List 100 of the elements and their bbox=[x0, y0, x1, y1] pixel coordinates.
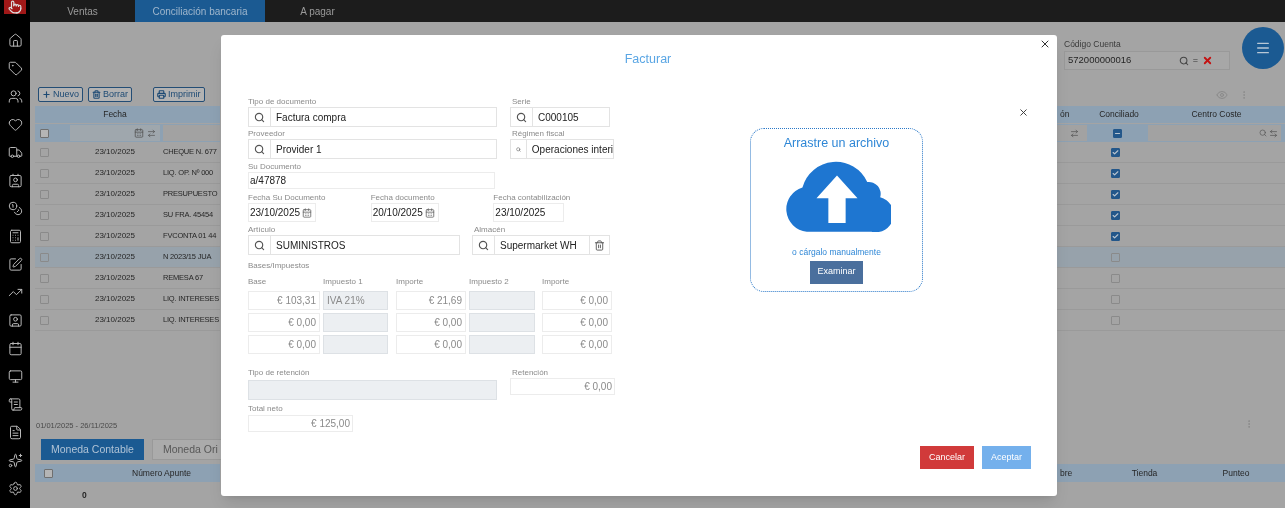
home-icon[interactable] bbox=[7, 33, 23, 48]
column-header: bre bbox=[1059, 466, 1074, 480]
checkbox[interactable] bbox=[1111, 168, 1120, 178]
amount-field[interactable]: € 0,00 bbox=[542, 335, 612, 354]
search-icon[interactable] bbox=[254, 239, 265, 251]
calendar-icon[interactable] bbox=[7, 341, 23, 356]
close-icon[interactable] bbox=[1018, 107, 1029, 118]
series-field[interactable]: C000105 bbox=[510, 107, 610, 127]
checkbox[interactable] bbox=[1111, 210, 1120, 220]
tab[interactable]: A pagar bbox=[265, 0, 370, 22]
net-total-field[interactable]: € 125,00 bbox=[248, 415, 353, 432]
menu-button[interactable] bbox=[1242, 27, 1284, 69]
amount-field[interactable]: € 0,00 bbox=[396, 335, 466, 354]
supplier-field[interactable]: Provider 1 bbox=[248, 139, 497, 159]
cancel-button[interactable]: Cancelar bbox=[919, 446, 974, 469]
tab[interactable]: Ventas bbox=[30, 0, 135, 22]
checkbox[interactable] bbox=[40, 210, 49, 220]
sort-icon[interactable] bbox=[1070, 128, 1079, 138]
currency-tab[interactable]: Moneda Contable bbox=[41, 439, 144, 460]
browse-button[interactable]: Examinar bbox=[810, 260, 863, 284]
eye-icon[interactable] bbox=[1216, 88, 1228, 101]
item-field[interactable]: SUMINISTROS bbox=[248, 235, 460, 255]
users-icon[interactable] bbox=[7, 89, 23, 104]
checkbox[interactable] bbox=[1111, 189, 1120, 199]
amount-field[interactable]: € 0,00 bbox=[248, 313, 320, 332]
table-cell-text: 23/10/2025 bbox=[93, 167, 136, 179]
checkbox[interactable] bbox=[1111, 273, 1120, 283]
checkbox[interactable] bbox=[44, 468, 53, 478]
checkbox[interactable] bbox=[40, 315, 49, 325]
checkbox[interactable] bbox=[1111, 294, 1120, 304]
tab[interactable]: Conciliación bancaria bbox=[135, 0, 265, 22]
field-label: Artículo bbox=[248, 225, 277, 235]
resize-icon[interactable] bbox=[1269, 128, 1278, 138]
search-icon[interactable] bbox=[254, 111, 265, 123]
checkbox[interactable] bbox=[40, 128, 49, 138]
filter-field[interactable] bbox=[163, 125, 220, 141]
filter-field[interactable] bbox=[70, 125, 160, 141]
amount-field[interactable]: € 103,31 bbox=[248, 291, 320, 310]
search-icon[interactable] bbox=[254, 143, 265, 155]
monitor-icon[interactable] bbox=[7, 369, 23, 384]
search-icon[interactable] bbox=[516, 111, 527, 123]
truck-icon[interactable] bbox=[7, 145, 23, 160]
settings-icon[interactable] bbox=[7, 481, 23, 496]
file-icon[interactable] bbox=[7, 425, 23, 440]
id-card-icon[interactable] bbox=[7, 313, 23, 328]
field-label: Impuesto 1 bbox=[323, 277, 363, 286]
amount-field[interactable]: € 0,00 bbox=[396, 313, 466, 332]
close-icon[interactable] bbox=[1039, 38, 1051, 50]
heart-icon[interactable] bbox=[7, 117, 23, 132]
document-type-field[interactable]: Factura compra bbox=[248, 107, 497, 127]
trash-icon[interactable] bbox=[594, 239, 605, 251]
field-label: Tipo de retención bbox=[248, 368, 311, 378]
section-label: Bases/Impuestos bbox=[248, 260, 311, 272]
list-icon[interactable] bbox=[7, 397, 23, 412]
date-field[interactable]: 23/10/2025 bbox=[493, 203, 565, 222]
document-field[interactable]: a/47878 bbox=[248, 172, 495, 189]
clear-icon[interactable] bbox=[1202, 55, 1213, 66]
checkbox[interactable] bbox=[1113, 128, 1122, 138]
checkbox[interactable] bbox=[40, 189, 49, 199]
withholding-field[interactable]: € 0,00 bbox=[510, 378, 615, 395]
date-field[interactable]: 23/10/2025 bbox=[248, 203, 316, 222]
search-icon[interactable] bbox=[1178, 55, 1189, 66]
amount-field[interactable]: € 21,69 bbox=[396, 291, 466, 310]
filter-field[interactable] bbox=[1148, 125, 1281, 141]
amount-field[interactable]: € 0,00 bbox=[542, 291, 612, 310]
search-icon[interactable] bbox=[478, 239, 489, 251]
amount-field[interactable]: € 0,00 bbox=[248, 335, 320, 354]
field-label: Retención bbox=[511, 368, 550, 378]
checkbox[interactable] bbox=[40, 231, 49, 241]
filter-field[interactable] bbox=[1057, 125, 1087, 141]
checkbox[interactable] bbox=[40, 273, 49, 283]
tax-regime-field[interactable]: Operaciones interi bbox=[510, 139, 614, 159]
checkbox[interactable] bbox=[1111, 252, 1120, 262]
checkbox[interactable] bbox=[1111, 231, 1120, 241]
toolbar-button[interactable]: Borrar bbox=[88, 87, 133, 102]
checkbox[interactable] bbox=[40, 252, 49, 262]
checkbox[interactable] bbox=[1111, 315, 1120, 325]
checkbox[interactable] bbox=[40, 294, 49, 304]
checkbox[interactable] bbox=[40, 168, 49, 178]
coins-icon[interactable] bbox=[7, 201, 23, 216]
checkbox[interactable] bbox=[40, 147, 49, 157]
edit-icon[interactable] bbox=[7, 257, 23, 272]
tag-icon[interactable] bbox=[7, 61, 23, 76]
date-field[interactable]: 20/10/2025 bbox=[370, 203, 439, 222]
table-cell-text: 23/10/2025 bbox=[93, 272, 136, 284]
logo-icon[interactable] bbox=[4, 0, 26, 14]
calculator-icon[interactable] bbox=[7, 229, 23, 244]
toolbar-button[interactable]: Imprimir bbox=[153, 87, 205, 102]
account-field[interactable]: 572000000016 = bbox=[1064, 51, 1230, 70]
field-label: Importe bbox=[396, 277, 424, 286]
amount-field[interactable]: € 0,00 bbox=[542, 313, 612, 332]
sparkles-icon[interactable] bbox=[7, 453, 23, 468]
tax-select[interactable]: IVA 21% bbox=[323, 291, 388, 310]
toolbar-button[interactable]: Nuevo bbox=[38, 87, 83, 102]
sort-icon[interactable] bbox=[147, 128, 156, 138]
checkbox[interactable] bbox=[1111, 147, 1120, 157]
contact-icon[interactable] bbox=[7, 173, 23, 188]
operator[interactable]: = bbox=[1192, 53, 1198, 68]
warehouse-field[interactable]: Supermarket WH bbox=[472, 235, 610, 255]
table-cell-text: 23/10/2025 bbox=[93, 293, 136, 305]
